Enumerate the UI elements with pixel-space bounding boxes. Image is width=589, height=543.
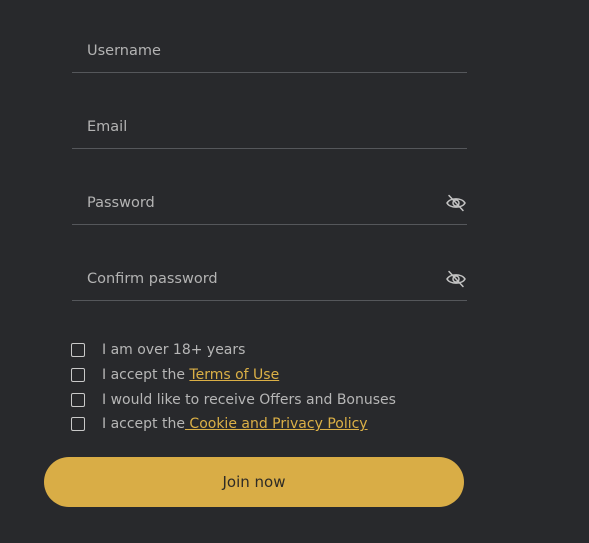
age-checkbox[interactable]	[71, 343, 85, 358]
email-field-wrapper	[72, 108, 467, 149]
email-input[interactable]	[72, 108, 442, 146]
terms-checkbox-row[interactable]: I accept the Terms of Use	[71, 363, 396, 388]
username-field-wrapper	[72, 32, 467, 73]
terms-of-use-link[interactable]: Terms of Use	[189, 367, 279, 383]
join-now-button[interactable]: Join now	[44, 457, 464, 507]
privacy-checkbox-label: I accept the Cookie and Privacy Policy	[102, 416, 368, 432]
password-input[interactable]	[72, 184, 442, 222]
privacy-label-prefix: I accept the	[102, 416, 185, 433]
privacy-checkbox-row[interactable]: I accept the Cookie and Privacy Policy	[71, 412, 396, 437]
confirm-password-field-wrapper	[72, 260, 467, 301]
terms-checkbox[interactable]	[71, 368, 85, 383]
offers-checkbox-row[interactable]: I would like to receive Offers and Bonus…	[71, 387, 396, 412]
offers-checkbox-label: I would like to receive Offers and Bonus…	[102, 391, 396, 408]
consent-checkbox-list: I am over 18+ years I accept the Terms o…	[71, 338, 396, 437]
offers-checkbox[interactable]	[71, 392, 85, 407]
age-checkbox-row[interactable]: I am over 18+ years	[71, 338, 396, 363]
username-input[interactable]	[72, 32, 442, 70]
eye-slash-icon[interactable]	[445, 269, 467, 289]
terms-checkbox-label: I accept the Terms of Use	[102, 367, 279, 383]
terms-label-prefix: I accept the	[102, 367, 190, 384]
confirm-password-input[interactable]	[72, 260, 442, 298]
eye-slash-icon[interactable]	[445, 193, 467, 213]
password-field-wrapper	[72, 184, 467, 225]
privacy-checkbox[interactable]	[71, 417, 85, 432]
cookie-privacy-policy-link[interactable]: Cookie and Privacy Policy	[185, 416, 367, 432]
age-checkbox-label: I am over 18+ years	[102, 342, 246, 359]
